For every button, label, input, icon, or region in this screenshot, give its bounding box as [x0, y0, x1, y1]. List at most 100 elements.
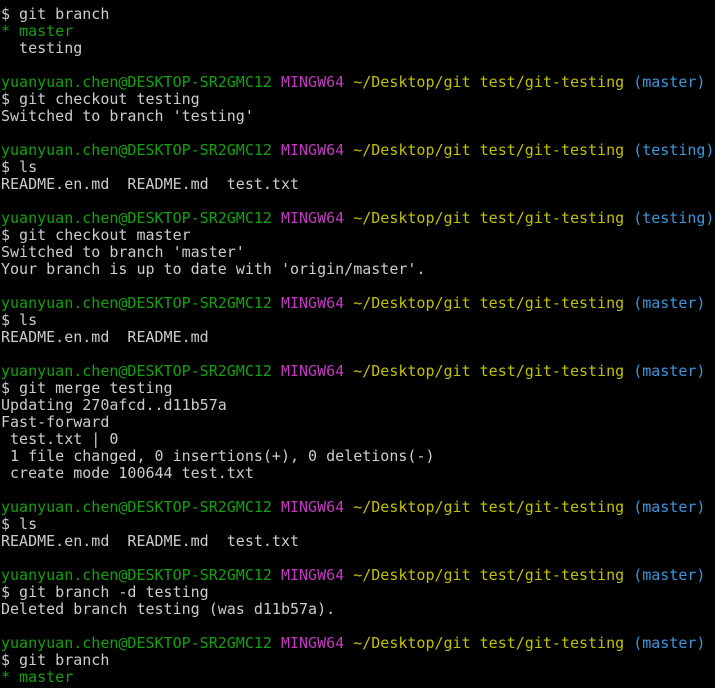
terminal-text-default-text: Deleted branch testing (was d11b57a).: [1, 600, 336, 618]
terminal-text-user-host: yuanyuan.chen@DESKTOP-SR2GMC12: [1, 209, 272, 227]
terminal-text-mingw: MINGW64: [280, 566, 345, 584]
terminal-line: $ git checkout testing: [1, 91, 714, 108]
terminal-text-default-text: [344, 566, 353, 584]
terminal-text-default-text: $ git checkout testing: [1, 90, 200, 108]
terminal-text-default-text: Updating 270afcd..d11b57a: [1, 396, 227, 414]
terminal-text-user-host: yuanyuan.chen@DESKTOP-SR2GMC12: [1, 634, 272, 652]
terminal-text-default-text: [624, 294, 633, 312]
terminal-line: $ git checkout master: [1, 227, 714, 244]
terminal-text-default-text: [272, 634, 281, 652]
terminal-line: README.en.md README.md test.txt: [1, 533, 714, 550]
terminal-text-default-text: Switched to branch 'master': [1, 243, 245, 261]
terminal-text-path: ~/Desktop/git test/git-testing: [353, 209, 625, 227]
terminal-text-user-host: yuanyuan.chen@DESKTOP-SR2GMC12: [1, 141, 272, 159]
terminal-text-default-text: $ git merge testing: [1, 379, 173, 397]
terminal-text-path: ~/Desktop/git test/git-testing: [353, 498, 625, 516]
terminal-text-user-host: * master: [1, 668, 74, 686]
terminal-line: yuanyuan.chen@DESKTOP-SR2GMC12 MINGW64 ~…: [1, 363, 714, 380]
terminal-line: Fast-forward: [1, 414, 714, 431]
terminal-text-default-text: test.txt | 0: [1, 430, 119, 448]
terminal-text-default-text: README.en.md README.md: [1, 328, 209, 346]
terminal-text-mingw: MINGW64: [280, 294, 345, 312]
terminal-line: yuanyuan.chen@DESKTOP-SR2GMC12 MINGW64 ~…: [1, 74, 714, 91]
terminal-window[interactable]: $ git branch * master testing yuanyuan.che…: [0, 0, 715, 688]
terminal-line: Your branch is up to date with 'origin/m…: [1, 261, 714, 278]
terminal-text-default-text: $ git checkout master: [1, 226, 191, 244]
terminal-line: yuanyuan.chen@DESKTOP-SR2GMC12 MINGW64 ~…: [1, 499, 714, 516]
terminal-text-branch: (master): [633, 73, 706, 91]
terminal-text-default-text: create mode 100644 test.txt: [1, 464, 254, 482]
terminal-text-default-text: $ ls: [1, 311, 38, 329]
terminal-line: $ git merge testing: [1, 380, 714, 397]
terminal-text-default-text: $ git branch: [1, 5, 110, 23]
terminal-text-default-text: testing: [1, 39, 83, 57]
terminal-line: yuanyuan.chen@DESKTOP-SR2GMC12 MINGW64 ~…: [1, 635, 714, 652]
terminal-text-default-text: [344, 294, 353, 312]
terminal-text-mingw: MINGW64: [280, 209, 345, 227]
terminal-text-default-text: [624, 73, 633, 91]
terminal-text-default-text: [344, 73, 353, 91]
terminal-text-default-text: $ git branch -d testing: [1, 583, 209, 601]
terminal-text-path: ~/Desktop/git test/git-testing: [353, 294, 625, 312]
terminal-text-user-host: yuanyuan.chen@DESKTOP-SR2GMC12: [1, 73, 272, 91]
terminal-text-branch: (master): [633, 498, 706, 516]
terminal-line: * master: [1, 669, 714, 686]
terminal-line: $ ls: [1, 312, 714, 329]
terminal-line: yuanyuan.chen@DESKTOP-SR2GMC12 MINGW64 ~…: [1, 567, 714, 584]
terminal-line: yuanyuan.chen@DESKTOP-SR2GMC12 MINGW64 ~…: [1, 210, 714, 227]
terminal-text-default-text: $ ls: [1, 515, 38, 533]
terminal-line: README.en.md README.md: [1, 329, 714, 346]
terminal-line: $ git branch -d testing: [1, 584, 714, 601]
terminal-text-default-text: Fast-forward: [1, 413, 110, 431]
terminal-line: Switched to branch 'master': [1, 244, 714, 261]
terminal-line: Updating 270afcd..d11b57a: [1, 397, 714, 414]
terminal-text-branch: (testing): [633, 141, 715, 159]
terminal-text-default-text: [344, 209, 353, 227]
terminal-text-mingw: MINGW64: [280, 73, 345, 91]
terminal-text-default-text: [272, 73, 281, 91]
terminal-text-default-text: [272, 141, 281, 159]
terminal-line: test.txt | 0: [1, 431, 714, 448]
terminal-text-default-text: $ git branch: [1, 651, 110, 669]
terminal-text-mingw: MINGW64: [280, 498, 345, 516]
terminal-text-path: ~/Desktop/git test/git-testing: [353, 634, 625, 652]
terminal-text-user-host: yuanyuan.chen@DESKTOP-SR2GMC12: [1, 566, 272, 584]
terminal-text-default-text: Switched to branch 'testing': [1, 107, 254, 125]
terminal-text-default-text: $ ls: [1, 158, 38, 176]
terminal-text-default-text: [624, 141, 633, 159]
terminal-text-user-host: * master: [1, 22, 74, 40]
terminal-line: README.en.md README.md test.txt: [1, 176, 714, 193]
terminal-text-default-text: 1 file changed, 0 insertions(+), 0 delet…: [1, 447, 435, 465]
terminal-text-default-text: [344, 141, 353, 159]
terminal-text-default-text: [624, 362, 633, 380]
terminal-text-user-host: yuanyuan.chen@DESKTOP-SR2GMC12: [1, 362, 272, 380]
terminal-line: Switched to branch 'testing': [1, 108, 714, 125]
terminal-text-path: ~/Desktop/git test/git-testing: [353, 362, 625, 380]
terminal-line: $ ls: [1, 159, 714, 176]
terminal-text-path: ~/Desktop/git test/git-testing: [353, 73, 625, 91]
terminal-line: create mode 100644 test.txt: [1, 465, 714, 482]
terminal-text-mingw: MINGW64: [280, 634, 345, 652]
terminal-text-default-text: [272, 498, 281, 516]
terminal-text-path: ~/Desktop/git test/git-testing: [353, 566, 625, 584]
terminal-text-default-text: README.en.md README.md test.txt: [1, 532, 300, 550]
terminal-text-default-text: [272, 362, 281, 380]
terminal-text-path: ~/Desktop/git test/git-testing: [353, 141, 625, 159]
window-bottom-border: [0, 688, 715, 695]
terminal-text-default-text: Your branch is up to date with 'origin/m…: [1, 260, 426, 278]
terminal-line: $ git branch: [1, 652, 714, 669]
terminal-text-default-text: [344, 634, 353, 652]
terminal-text-mingw: MINGW64: [280, 141, 345, 159]
terminal-text-branch: (testing): [633, 209, 715, 227]
terminal-text-branch: (master): [633, 362, 706, 380]
terminal-text-default-text: [272, 209, 281, 227]
terminal-text-mingw: MINGW64: [280, 362, 345, 380]
terminal-line: Deleted branch testing (was d11b57a).: [1, 601, 714, 618]
